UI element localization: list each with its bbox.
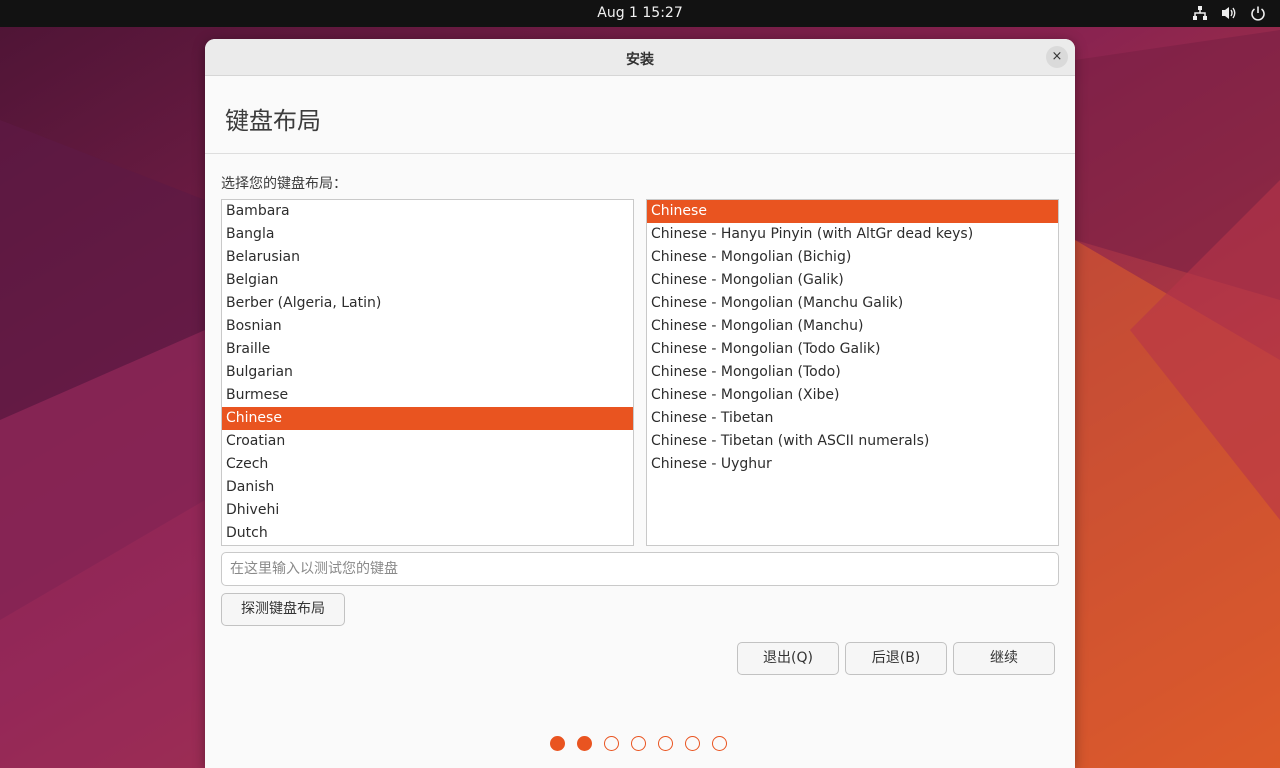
- variant-item[interactable]: Chinese - Mongolian (Manchu Galik): [647, 292, 1058, 315]
- layout-item[interactable]: Czech: [222, 453, 633, 476]
- system-tray[interactable]: [1192, 5, 1266, 21]
- progress-dot: [604, 736, 619, 751]
- variant-item[interactable]: Chinese - Mongolian (Galik): [647, 269, 1058, 292]
- layout-item[interactable]: Bulgarian: [222, 361, 633, 384]
- progress-dot: [685, 736, 700, 751]
- variant-item[interactable]: Chinese - Tibetan: [647, 407, 1058, 430]
- variant-item[interactable]: Chinese - Mongolian (Todo): [647, 361, 1058, 384]
- power-icon[interactable]: [1250, 5, 1266, 21]
- layout-item[interactable]: Berber (Algeria, Latin): [222, 292, 633, 315]
- layout-item[interactable]: Danish: [222, 476, 633, 499]
- installer-window: 安装 × 键盘布局 选择您的键盘布局： Bambara Bangla Belarus…: [205, 39, 1075, 768]
- quit-button[interactable]: 退出(Q): [737, 642, 839, 675]
- layout-list[interactable]: Bambara Bangla Belarusian Belgian Berber (Al…: [221, 199, 634, 546]
- layout-item[interactable]: Dhivehi: [222, 499, 633, 522]
- layout-item[interactable]: Dutch: [222, 522, 633, 545]
- volume-icon[interactable]: [1220, 5, 1238, 21]
- layout-item[interactable]: Belgian: [222, 269, 633, 292]
- layout-item[interactable]: Bosnian: [222, 315, 633, 338]
- variant-item[interactable]: Chinese - Mongolian (Xibe): [647, 384, 1058, 407]
- variant-item[interactable]: Chinese - Mongolian (Todo Galik): [647, 338, 1058, 361]
- network-icon[interactable]: [1192, 5, 1208, 21]
- variant-item[interactable]: Chinese - Tibetan (with ASCII numerals): [647, 430, 1058, 453]
- variant-item[interactable]: Chinese - Mongolian (Bichig): [647, 246, 1058, 269]
- keyboard-test-input[interactable]: [221, 552, 1059, 586]
- window-titlebar[interactable]: 安装 ×: [205, 39, 1075, 76]
- progress-dot: [577, 736, 592, 751]
- progress-dot: [712, 736, 727, 751]
- detect-layout-button[interactable]: 探测键盘布局: [221, 593, 345, 626]
- layout-item[interactable]: Bangla: [222, 223, 633, 246]
- page-title: 键盘布局: [225, 107, 321, 135]
- top-bar: Aug 1 15:27: [0, 0, 1280, 27]
- layout-item[interactable]: Burmese: [222, 384, 633, 407]
- variant-item[interactable]: Chinese - Hanyu Pinyin (with AltGr dead …: [647, 223, 1058, 246]
- progress-dot: [550, 736, 565, 751]
- heading-area: 键盘布局: [205, 76, 1075, 154]
- close-button[interactable]: ×: [1046, 46, 1068, 68]
- layout-item[interactable]: Bambara: [222, 200, 633, 223]
- progress-dot: [658, 736, 673, 751]
- continue-button[interactable]: 继续: [953, 642, 1055, 675]
- layout-item[interactable]: Braille: [222, 338, 633, 361]
- variant-list[interactable]: Chinese Chinese - Hanyu Pinyin (with AltG…: [646, 199, 1059, 546]
- variant-item[interactable]: Chinese - Uyghur: [647, 453, 1058, 476]
- progress-dot: [631, 736, 646, 751]
- progress-dots: [550, 736, 727, 751]
- layout-item[interactable]: Belarusian: [222, 246, 633, 269]
- variant-item[interactable]: Chinese - Mongolian (Manchu): [647, 315, 1058, 338]
- layout-item[interactable]: Croatian: [222, 430, 633, 453]
- back-button[interactable]: 后退(B): [845, 642, 947, 675]
- window-title: 安装: [626, 52, 654, 68]
- variant-item[interactable]: Chinese: [647, 200, 1058, 223]
- layout-prompt: 选择您的键盘布局：: [221, 176, 347, 192]
- layout-item[interactable]: Chinese: [222, 407, 633, 430]
- clock[interactable]: Aug 1 15:27: [0, 5, 1280, 21]
